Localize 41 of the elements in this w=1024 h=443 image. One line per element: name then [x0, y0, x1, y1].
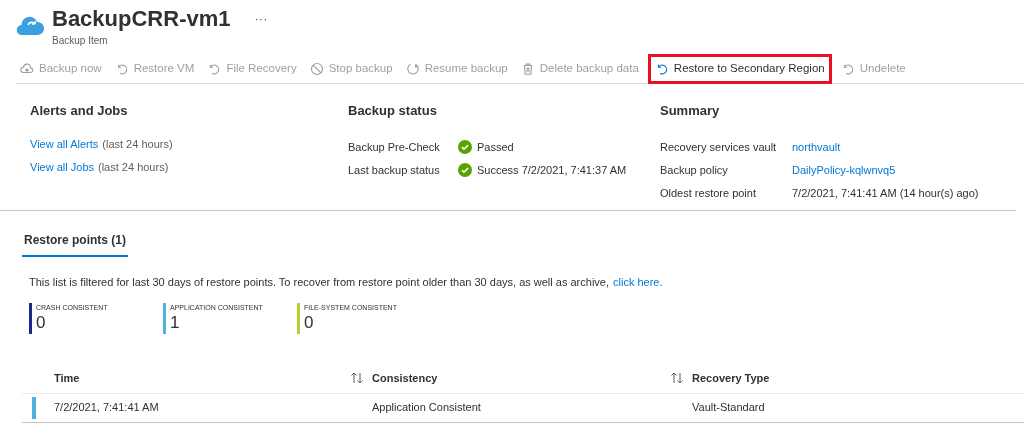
counter-value: 0 [36, 312, 47, 333]
status-label: Last backup status [348, 162, 441, 178]
sort-icon[interactable] [350, 372, 364, 384]
status-value: Success 7/2/2021, 7:41:37 AM [477, 162, 627, 178]
table-cell-text: Application Consistent [372, 400, 482, 416]
success-icon [458, 140, 472, 154]
summary-label: Backup policy [660, 162, 729, 178]
more-button[interactable]: ··· [254, 9, 268, 29]
summary-label: Recovery services vault [660, 139, 778, 155]
section-title: Backup status [348, 102, 438, 120]
status-value: Passed [477, 139, 514, 155]
section-title: Summary [660, 102, 721, 120]
counter-value: 0 [304, 312, 315, 333]
link-note: (last 24 hours) [102, 136, 173, 152]
view-link[interactable]: View all Alerts [30, 135, 99, 159]
column-header[interactable]: Time [54, 369, 350, 387]
page-title: BackupCRR-vm1 [52, 5, 231, 33]
table-cell-text: Vault-Standard [692, 400, 766, 416]
summary-value: 7/2/2021, 7:41:41 AM (14 hour(s) ago) [792, 185, 979, 201]
success-icon [458, 163, 472, 177]
counter-value: 1 [170, 312, 181, 333]
tab[interactable]: Restore points (1) [22, 231, 128, 257]
refresh-icon [405, 61, 420, 76]
cloud-upload-icon [20, 61, 34, 76]
summary-link[interactable]: northvault [792, 138, 841, 156]
table-cell-text: 7/2/2021, 7:41:41 AM [53, 400, 160, 416]
status-label: Backup Pre-Check [348, 139, 441, 155]
section-title: Alerts and Jobs [30, 102, 129, 120]
undo-icon [207, 61, 222, 76]
filter-notice: This list is filtered for last 30 days of restore points. To recover from restore point older than 30 days, as well as archive, [29, 275, 609, 290]
column-header[interactable]: Consistency [372, 369, 670, 387]
sort-icon[interactable] [670, 372, 684, 384]
column-header[interactable]: Recovery Type [692, 369, 1024, 387]
summary-link[interactable]: DailyPolicy-kqlwnvq5 [792, 161, 896, 179]
click-here-link[interactable]: click here. [613, 274, 663, 291]
summary-label: Oldest restore point [660, 185, 757, 201]
view-link[interactable]: View all Jobs [30, 158, 94, 182]
prohibited-icon [309, 61, 324, 76]
page-subtitle: Backup Item [52, 34, 109, 48]
toolbar-button[interactable]: Restore to Secondary Region [647, 53, 832, 84]
link-note: (last 24 hours) [98, 159, 169, 175]
